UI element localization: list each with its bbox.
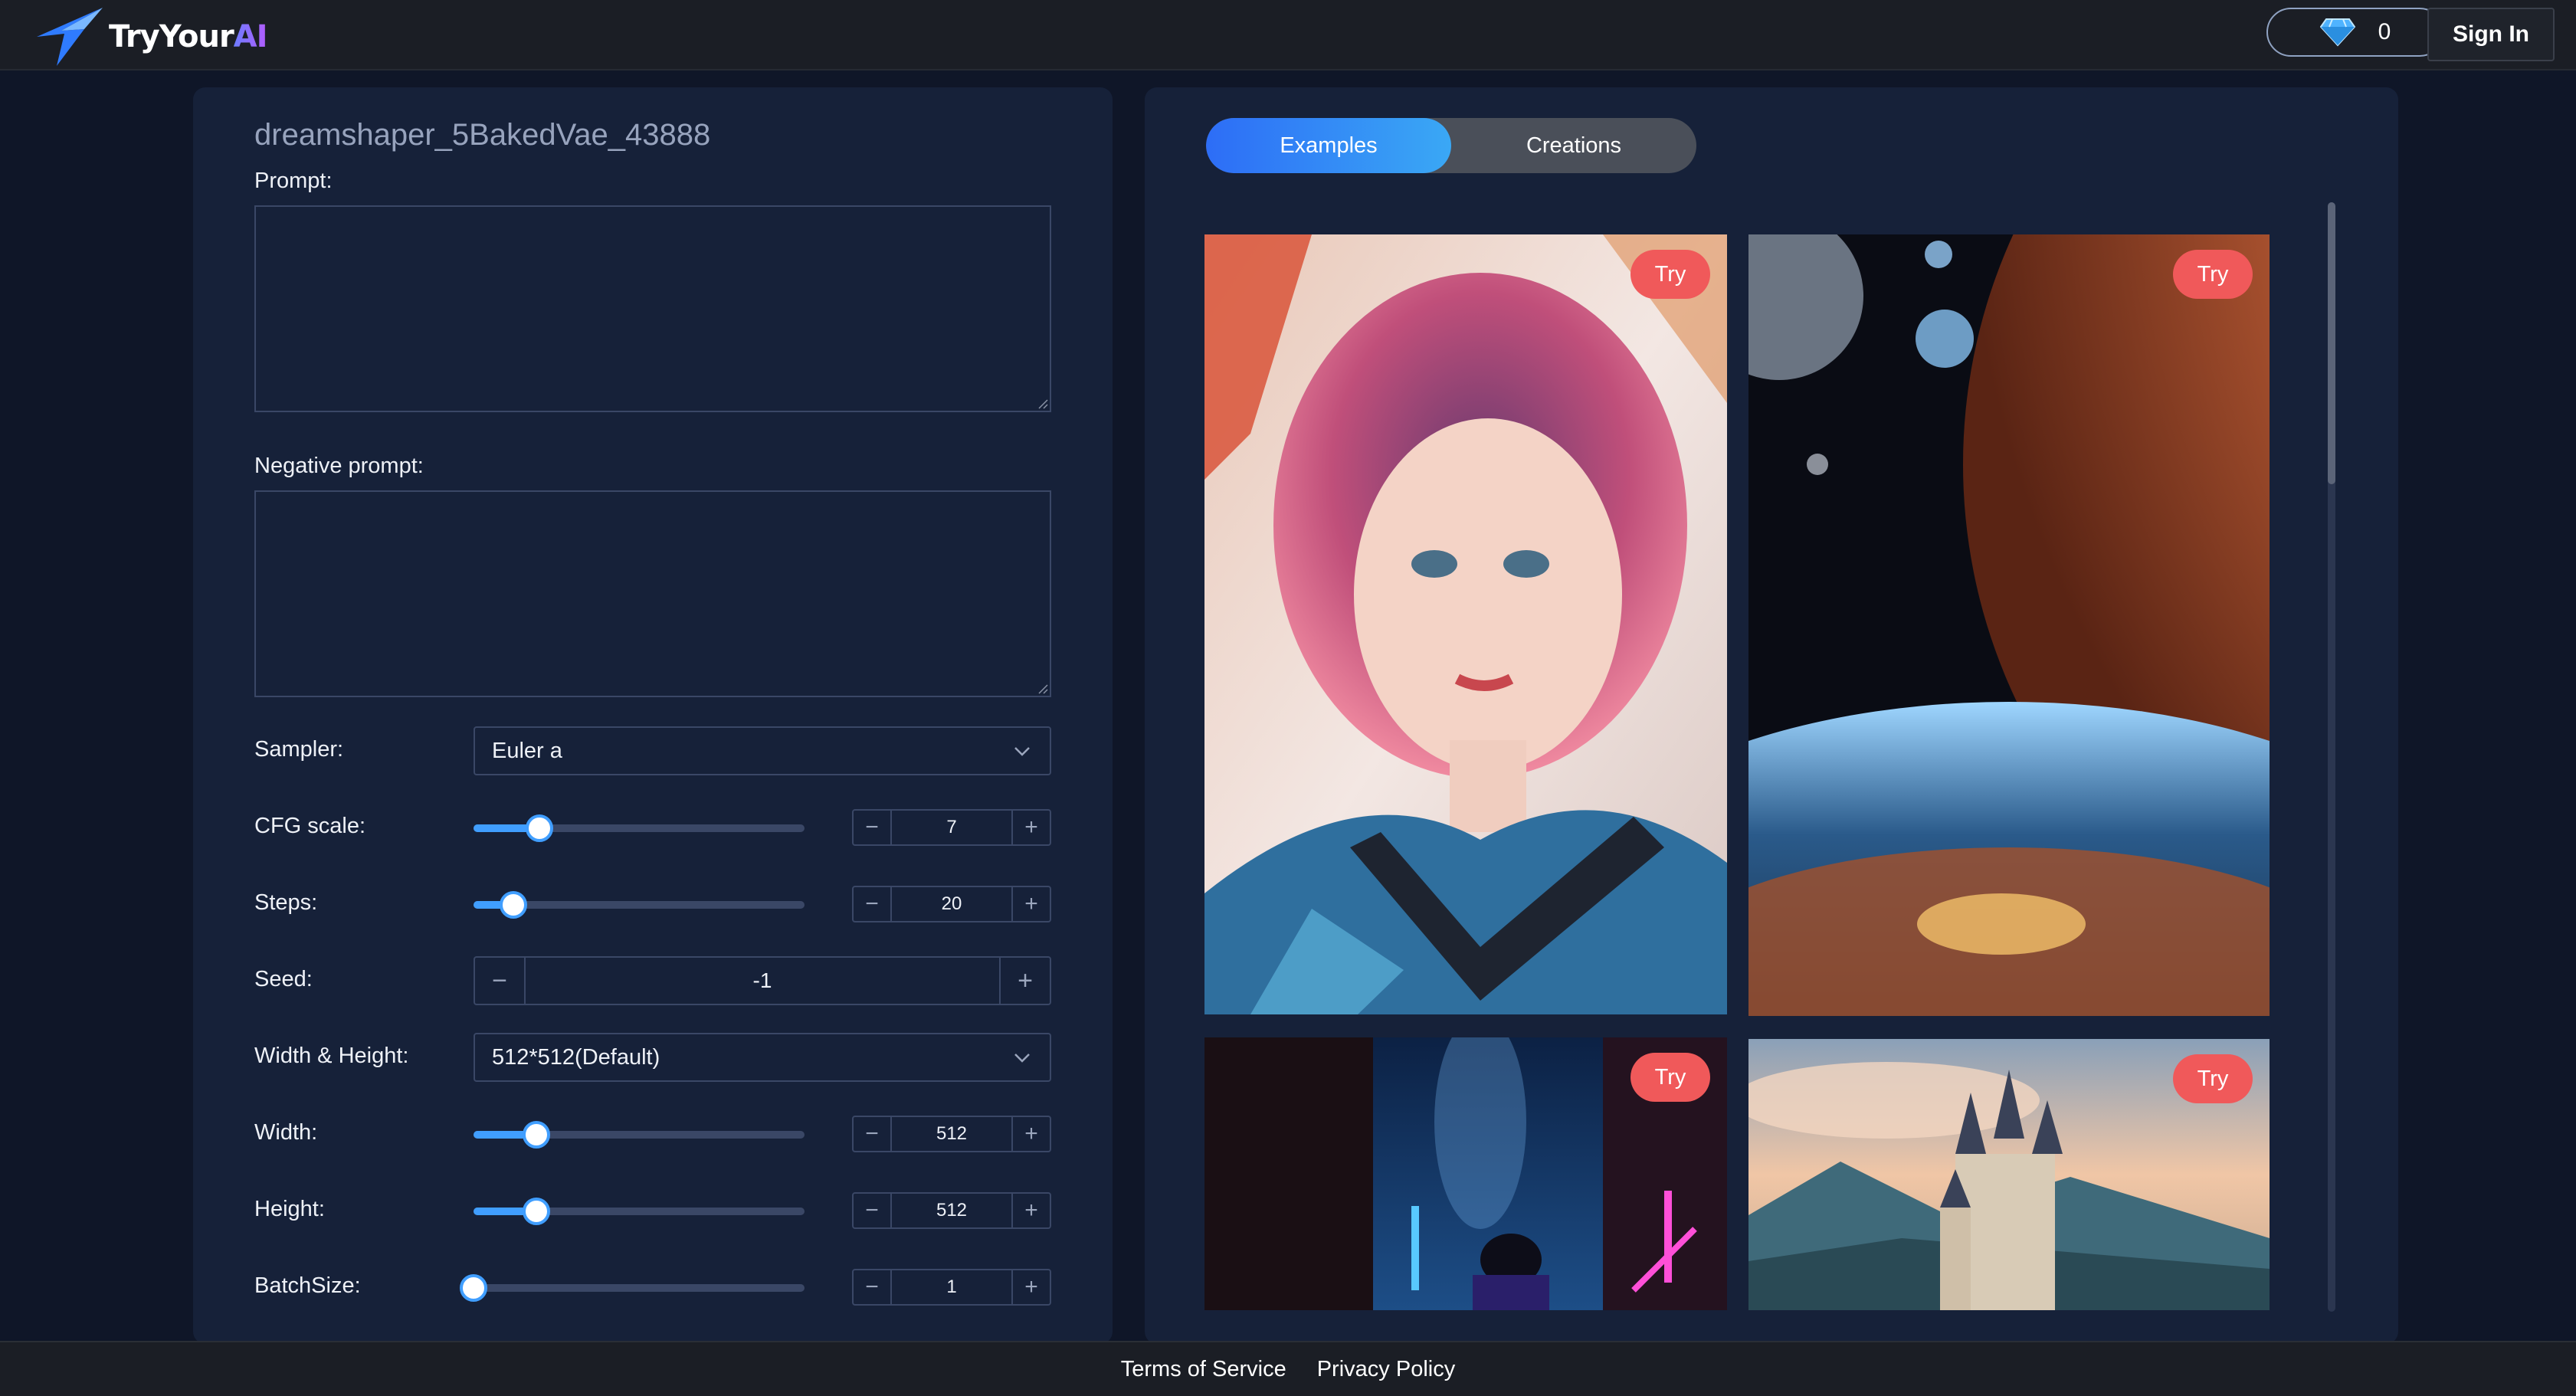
lightning-logo-icon — [37, 8, 103, 66]
example-card-city-night[interactable]: Try — [1204, 1037, 1727, 1310]
decrement-button[interactable]: − — [854, 887, 890, 921]
example-card-space[interactable]: Try — [1748, 234, 2270, 1016]
increment-button[interactable]: + — [1001, 958, 1050, 1004]
slider-handle[interactable] — [460, 1274, 487, 1302]
terms-of-service-link[interactable]: Terms of Service — [1121, 1357, 1286, 1382]
negative-prompt-input[interactable] — [254, 490, 1051, 697]
width-label: Width: — [254, 1120, 318, 1145]
height-label: Height: — [254, 1197, 325, 1221]
sampler-value: Euler a — [492, 739, 562, 763]
batch-size-slider[interactable] — [460, 1274, 805, 1302]
width-height-value: 512*512(Default) — [492, 1045, 660, 1070]
resize-grip-icon[interactable] — [1037, 683, 1048, 694]
prompt-input[interactable] — [254, 205, 1051, 412]
chevron-down-icon — [1014, 1054, 1030, 1063]
slider-handle[interactable] — [499, 891, 527, 919]
privacy-policy-link[interactable]: Privacy Policy — [1317, 1357, 1456, 1382]
tab-examples[interactable]: Examples — [1206, 118, 1451, 173]
example-card-portrait[interactable]: Try — [1204, 234, 1727, 1014]
try-button[interactable]: Try — [1630, 250, 1710, 299]
increment-button[interactable]: + — [1013, 1117, 1050, 1151]
slider-handle[interactable] — [526, 814, 554, 842]
decrement-button[interactable]: − — [475, 958, 524, 1004]
steps-slider[interactable] — [474, 891, 805, 919]
width-value[interactable]: 512 — [890, 1117, 1013, 1151]
seed-label: Seed: — [254, 967, 313, 991]
gallery-scrollbar[interactable] — [2328, 202, 2335, 1312]
height-slider[interactable] — [474, 1198, 805, 1225]
width-height-label: Width & Height: — [254, 1044, 409, 1068]
width-stepper: − 512 + — [852, 1116, 1051, 1152]
decrement-button[interactable]: − — [854, 1117, 890, 1151]
generation-settings-panel: dreamshaper_5BakedVae_43888 Prompt: Nega… — [193, 87, 1113, 1344]
try-button[interactable]: Try — [2173, 1054, 2253, 1103]
cfg-scale-stepper: − 7 + — [852, 809, 1051, 846]
chevron-down-icon — [1014, 747, 1030, 756]
batch-size-label: BatchSize: — [254, 1273, 361, 1298]
top-bar: TryYourAI 0 Sign In — [0, 0, 2576, 70]
credits-count: 0 — [2378, 19, 2391, 44]
decrement-button[interactable]: − — [854, 1194, 890, 1227]
credits-button[interactable]: 0 — [2266, 8, 2444, 57]
example-card-castle[interactable]: Try — [1748, 1039, 2270, 1310]
width-height-select[interactable]: 512*512(Default) — [474, 1033, 1051, 1082]
try-button[interactable]: Try — [1630, 1053, 1710, 1102]
site-logo[interactable]: TryYourAI — [31, 6, 268, 67]
increment-button[interactable]: + — [1013, 1270, 1050, 1304]
cfg-scale-slider[interactable] — [474, 814, 805, 842]
space-artwork-image — [1748, 234, 2270, 1016]
model-name: dreamshaper_5BakedVae_43888 — [254, 118, 711, 152]
height-stepper: − 512 + — [852, 1192, 1051, 1229]
negative-prompt-label: Negative prompt: — [254, 454, 424, 478]
tab-creations[interactable]: Creations — [1451, 118, 1696, 173]
slider-handle[interactable] — [523, 1198, 551, 1225]
seed-value[interactable]: -1 — [524, 958, 1001, 1004]
diamond-icon — [2319, 18, 2355, 47]
sampler-label: Sampler: — [254, 737, 344, 762]
seed-stepper: − -1 + — [474, 956, 1051, 1005]
width-slider[interactable] — [474, 1121, 805, 1149]
portrait-artwork-image — [1204, 234, 1727, 1014]
gallery-tabs: Examples Creations — [1206, 118, 1696, 173]
batch-size-value[interactable]: 1 — [890, 1270, 1013, 1304]
cfg-scale-label: CFG scale: — [254, 814, 366, 838]
increment-button[interactable]: + — [1013, 1194, 1050, 1227]
decrement-button[interactable]: − — [854, 811, 890, 844]
sampler-select[interactable]: Euler a — [474, 726, 1051, 775]
height-value[interactable]: 512 — [890, 1194, 1013, 1227]
batch-size-stepper: − 1 + — [852, 1269, 1051, 1306]
increment-button[interactable]: + — [1013, 811, 1050, 844]
steps-value[interactable]: 20 — [890, 887, 1013, 921]
logo-text: TryYourAI — [109, 19, 268, 54]
steps-label: Steps: — [254, 890, 318, 915]
steps-stepper: − 20 + — [852, 886, 1051, 922]
resize-grip-icon[interactable] — [1037, 398, 1048, 409]
scrollbar-thumb[interactable] — [2328, 202, 2335, 484]
prompt-label: Prompt: — [254, 169, 333, 193]
sign-in-button[interactable]: Sign In — [2427, 8, 2555, 61]
slider-handle[interactable] — [523, 1121, 551, 1149]
decrement-button[interactable]: − — [854, 1270, 890, 1304]
increment-button[interactable]: + — [1013, 887, 1050, 921]
try-button[interactable]: Try — [2173, 250, 2253, 299]
footer: Terms of Service Privacy Policy — [0, 1341, 2576, 1396]
cfg-scale-value[interactable]: 7 — [890, 811, 1013, 844]
